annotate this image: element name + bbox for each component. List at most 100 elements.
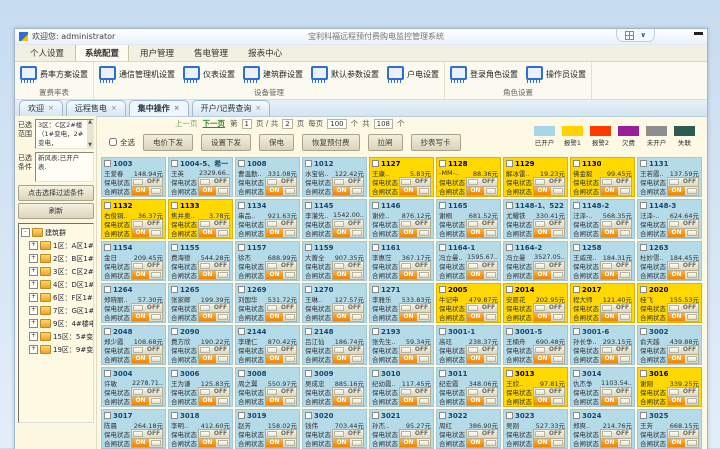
- minimize-icon[interactable]: [694, 32, 703, 35]
- expand-icon[interactable]: [29, 293, 38, 302]
- gate-status-toggle[interactable]: ON: [533, 396, 565, 406]
- expand-icon[interactable]: [29, 267, 38, 276]
- tree-item[interactable]: 6区：F区1#井（F: [21, 291, 93, 304]
- gate-status-toggle[interactable]: ON: [533, 270, 565, 280]
- gate-status-toggle[interactable]: ON: [131, 354, 163, 364]
- gate-status-toggle[interactable]: ON: [399, 228, 431, 238]
- gate-status-toggle[interactable]: ON: [332, 312, 364, 322]
- expand-icon[interactable]: [29, 280, 38, 289]
- tree-item[interactable]: 3区：C区2#井（1: [21, 265, 93, 278]
- gate-status-toggle[interactable]: ON: [466, 270, 498, 280]
- expand-icon[interactable]: [29, 319, 38, 328]
- gate-status-toggle[interactable]: ON: [131, 396, 163, 406]
- gate-status-toggle[interactable]: ON: [667, 312, 699, 322]
- gate-status-toggle[interactable]: ON: [667, 186, 699, 196]
- gate-status-toggle[interactable]: ON: [399, 354, 431, 364]
- card-checkbox[interactable]: [305, 286, 312, 293]
- gate-status-toggle[interactable]: ON: [466, 228, 498, 238]
- card-checkbox[interactable]: [372, 244, 379, 251]
- card-checkbox[interactable]: [439, 286, 446, 293]
- gate-status-toggle[interactable]: ON: [399, 186, 431, 196]
- gate-status-toggle[interactable]: ON: [198, 396, 230, 406]
- card-checkbox[interactable]: [573, 202, 580, 209]
- ribbon-button[interactable]: 户电设置: [387, 66, 439, 83]
- expand-icon[interactable]: [29, 345, 38, 354]
- gate-status-toggle[interactable]: ON: [399, 270, 431, 280]
- card-checkbox[interactable]: [104, 244, 111, 251]
- grid-icon[interactable]: [625, 31, 634, 40]
- card-checkbox[interactable]: [573, 244, 580, 251]
- card-checkbox[interactable]: [171, 328, 178, 335]
- gate-status-toggle[interactable]: ON: [600, 396, 632, 406]
- tree-item[interactable]: 9区：4#楼电井（4: [21, 317, 93, 330]
- ribbon-button[interactable]: 通信管理机设置: [99, 66, 175, 83]
- gate-status-toggle[interactable]: ON: [198, 228, 230, 238]
- collapse-icon[interactable]: [21, 228, 30, 237]
- gate-status-toggle[interactable]: ON: [332, 228, 364, 238]
- card-checkbox[interactable]: [171, 202, 178, 209]
- card-checkbox[interactable]: [305, 202, 312, 209]
- card-checkbox[interactable]: [506, 412, 513, 419]
- tree-item[interactable]: 15区：5#变站（3: [21, 330, 93, 343]
- selected-condition-box[interactable]: 新风表;已开户表.: [35, 152, 94, 182]
- card-checkbox[interactable]: [506, 160, 513, 167]
- card-checkbox[interactable]: [573, 286, 580, 293]
- tree-item[interactable]: 2区：B区1#井(W: [21, 252, 93, 265]
- card-checkbox[interactable]: [104, 160, 111, 167]
- tab-close-icon[interactable]: [174, 105, 180, 112]
- menu-tab[interactable]: 用户管理: [131, 45, 183, 61]
- gate-status-toggle[interactable]: ON: [265, 396, 297, 406]
- ribbon-button[interactable]: 建筑群设置: [243, 66, 303, 83]
- gate-status-toggle[interactable]: ON: [667, 396, 699, 406]
- card-checkbox[interactable]: [640, 412, 647, 419]
- gate-status-toggle[interactable]: ON: [265, 354, 297, 364]
- menu-tab[interactable]: 个人设置: [21, 45, 73, 61]
- control-button[interactable]: 拉闸: [368, 134, 403, 151]
- gate-status-toggle[interactable]: ON: [131, 228, 163, 238]
- card-checkbox[interactable]: [305, 370, 312, 377]
- tree-item[interactable]: 7区：G区1#井: [21, 304, 93, 317]
- gate-status-toggle[interactable]: ON: [131, 312, 163, 322]
- card-checkbox[interactable]: [640, 160, 647, 167]
- gate-status-toggle[interactable]: ON: [198, 354, 230, 364]
- select-all[interactable]: 全选: [109, 137, 135, 148]
- gate-status-toggle[interactable]: ON: [600, 438, 632, 448]
- card-checkbox[interactable]: [439, 160, 446, 167]
- gate-status-toggle[interactable]: ON: [600, 354, 632, 364]
- gate-status-toggle[interactable]: ON: [600, 228, 632, 238]
- card-checkbox[interactable]: [372, 202, 379, 209]
- card-checkbox[interactable]: [171, 412, 178, 419]
- card-checkbox[interactable]: [439, 244, 446, 251]
- card-checkbox[interactable]: [573, 370, 580, 377]
- card-checkbox[interactable]: [104, 328, 111, 335]
- card-checkbox[interactable]: [573, 160, 580, 167]
- card-checkbox[interactable]: [506, 328, 513, 335]
- gate-status-toggle[interactable]: ON: [265, 270, 297, 280]
- ribbon-button[interactable]: 费率方案设置: [20, 66, 88, 83]
- card-checkbox[interactable]: [171, 160, 178, 167]
- card-checkbox[interactable]: [506, 244, 513, 251]
- gate-status-toggle[interactable]: ON: [265, 186, 297, 196]
- expand-icon[interactable]: [29, 332, 38, 341]
- prev-page-link[interactable]: 上一页: [175, 118, 198, 129]
- document-tab[interactable]: 集中操作: [129, 100, 189, 116]
- menu-tab[interactable]: 售电管理: [185, 45, 237, 61]
- gate-status-toggle[interactable]: ON: [332, 186, 364, 196]
- scroll-down-icon[interactable]: [88, 143, 92, 148]
- card-checkbox[interactable]: [439, 202, 446, 209]
- control-button[interactable]: 电价下发: [143, 134, 193, 151]
- control-button[interactable]: 抄表写卡: [411, 134, 461, 151]
- scrollbar[interactable]: [87, 120, 93, 148]
- card-checkbox[interactable]: [305, 160, 312, 167]
- gate-status-toggle[interactable]: ON: [198, 270, 230, 280]
- gate-status-toggle[interactable]: ON: [466, 396, 498, 406]
- tree-root[interactable]: 建筑群: [21, 226, 93, 239]
- gate-status-toggle[interactable]: ON: [332, 396, 364, 406]
- gate-status-toggle[interactable]: ON: [600, 270, 632, 280]
- selected-range-box[interactable]: 3区：C区2#楼（1#变电，2#变电，: [35, 119, 94, 149]
- chevron-down-icon[interactable]: ∨: [640, 32, 646, 39]
- control-button[interactable]: 设置下发: [201, 134, 251, 151]
- document-tab[interactable]: 欢迎: [19, 100, 63, 116]
- card-checkbox[interactable]: [238, 160, 245, 167]
- next-page-link[interactable]: 下一页: [203, 118, 226, 129]
